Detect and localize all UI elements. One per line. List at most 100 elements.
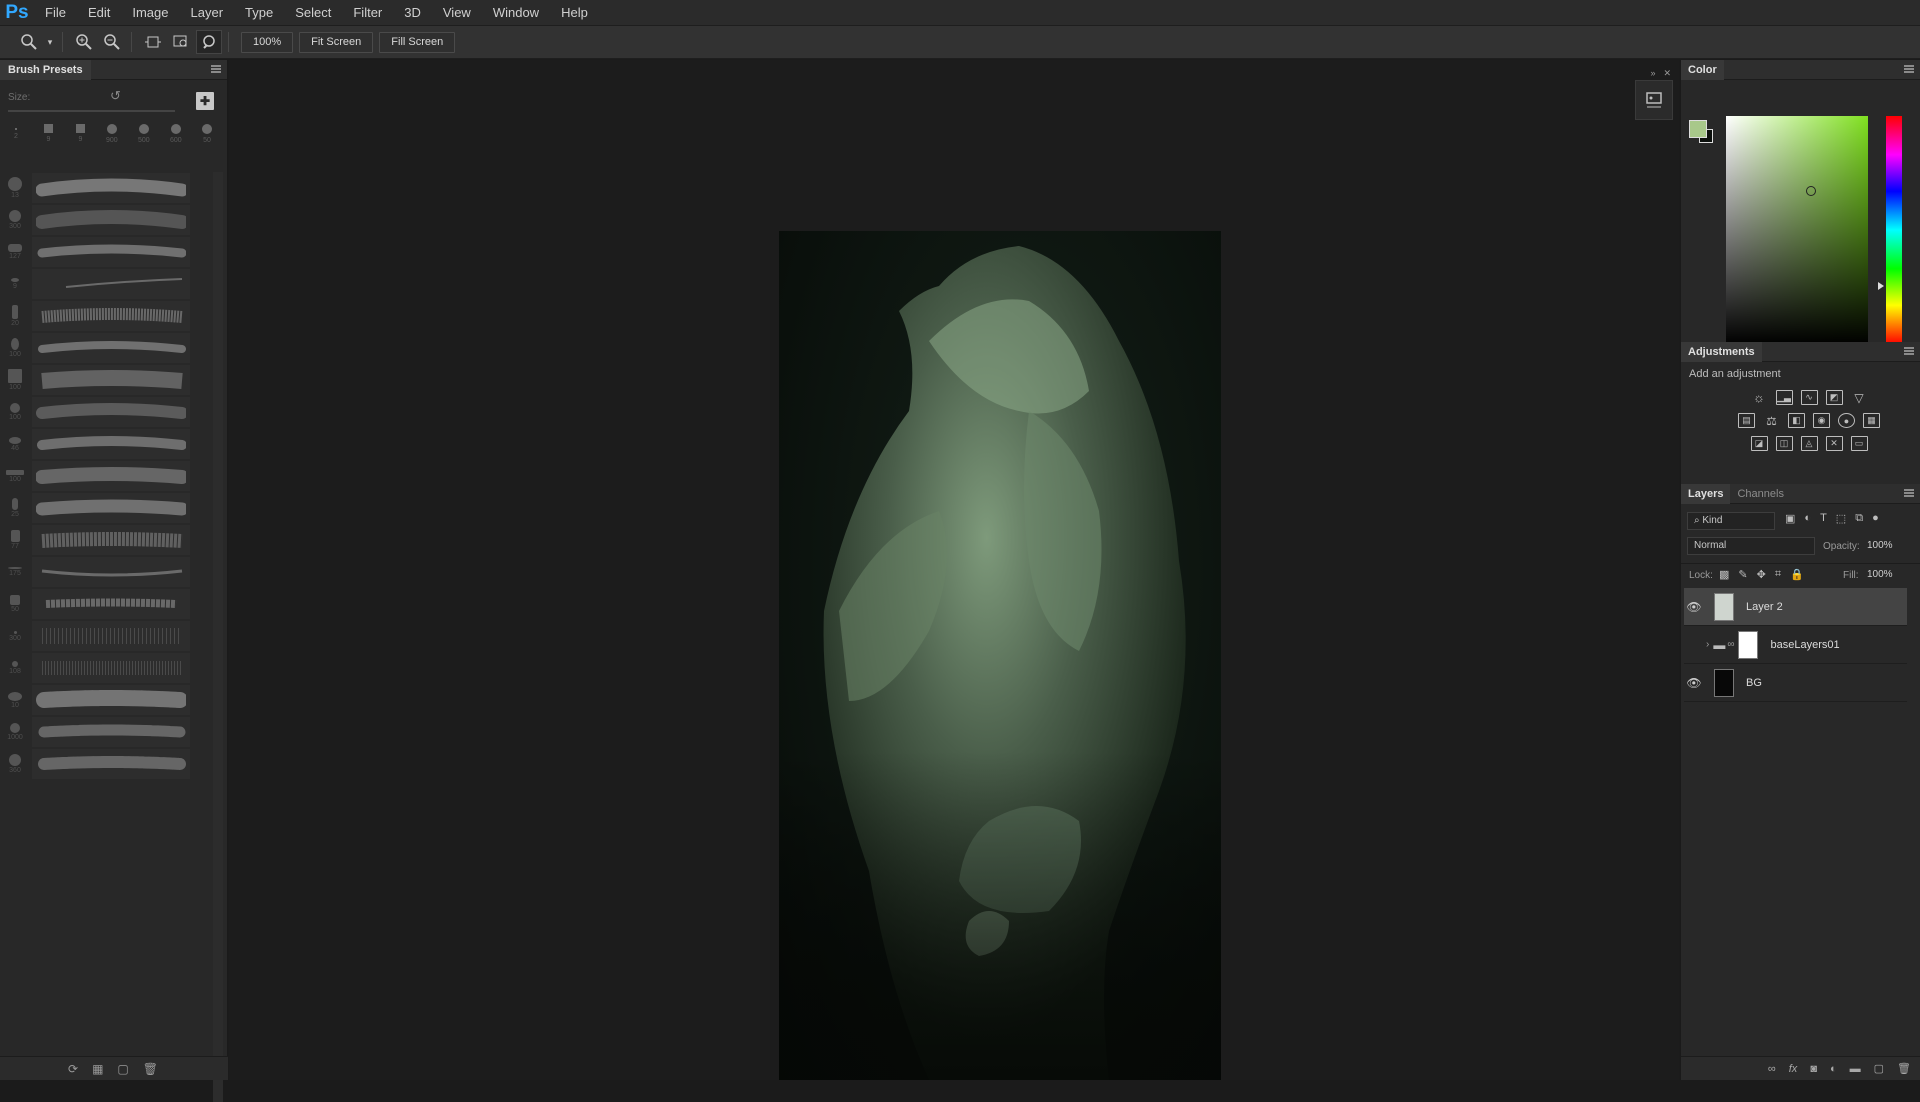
brush-preset-item[interactable]: 9: [4, 268, 212, 300]
panel-menu-icon[interactable]: [1904, 489, 1914, 497]
lock-transparent-icon[interactable]: ▩: [1719, 568, 1729, 581]
tool-preset-chevron-icon[interactable]: ▾: [44, 30, 56, 54]
brush-preset-item[interactable]: 108: [4, 652, 212, 684]
layer-style-fx-icon[interactable]: fx: [1789, 1063, 1798, 1075]
brush-preset-item[interactable]: 20: [4, 300, 212, 332]
layer-thumbnail[interactable]: [1714, 592, 1734, 621]
brush-preset-item[interactable]: 100: [4, 364, 212, 396]
brush-tip[interactable]: 9: [44, 124, 53, 143]
menu-filter[interactable]: Filter: [342, 0, 393, 26]
brush-preset-item[interactable]: 300: [4, 620, 212, 652]
brush-preset-item[interactable]: 175: [4, 556, 212, 588]
adjustment-layer-filter-icon[interactable]: ◐: [1804, 512, 1811, 525]
close-icon[interactable]: ✕: [1663, 68, 1671, 80]
brush-tip[interactable]: 600: [170, 124, 182, 144]
menu-window[interactable]: Window: [482, 0, 550, 26]
brush-tip[interactable]: 500: [138, 124, 150, 144]
channels-tab[interactable]: Channels: [1730, 484, 1790, 504]
brush-preset-item[interactable]: 1000: [4, 716, 212, 748]
lock-position-icon[interactable]: ✥: [1757, 568, 1766, 581]
layers-tab[interactable]: Layers: [1681, 483, 1731, 504]
menu-image[interactable]: Image: [121, 0, 179, 26]
layer-thumbnail[interactable]: [1714, 668, 1734, 697]
new-adjustment-layer-icon[interactable]: ◐: [1830, 1063, 1837, 1075]
color-picker-cursor[interactable]: [1806, 186, 1816, 196]
fill-input[interactable]: 100%: [1867, 568, 1893, 582]
blend-mode-select[interactable]: Normal: [1687, 537, 1815, 555]
delete-preset-icon[interactable]: 🗑: [143, 1062, 158, 1076]
hue-saturation-icon[interactable]: ▤: [1738, 413, 1755, 428]
brush-presets-tab[interactable]: Brush Presets: [0, 59, 91, 80]
levels-icon[interactable]: ▁▃: [1775, 390, 1793, 405]
layer-name[interactable]: BG: [1746, 677, 1762, 689]
layer-name[interactable]: baseLayers01: [1770, 639, 1839, 651]
opacity-input[interactable]: 100%: [1867, 539, 1905, 553]
brush-preset-item[interactable]: 100: [4, 396, 212, 428]
brush-preset-item[interactable]: 10: [4, 684, 212, 716]
delete-layer-icon[interactable]: 🗑: [1897, 1062, 1911, 1075]
layer-row-bg[interactable]: 👁 BG: [1684, 664, 1907, 702]
floating-tool-panel[interactable]: [1635, 80, 1673, 120]
hue-slider-marker[interactable]: [1878, 282, 1884, 290]
color-tab[interactable]: Color: [1681, 59, 1724, 80]
filter-toggle-icon[interactable]: ●: [1872, 512, 1879, 525]
layer-row-baselayers01[interactable]: · › ▬ ∞ baseLayers01: [1684, 626, 1907, 664]
menu-view[interactable]: View: [432, 0, 482, 26]
menu-layer[interactable]: Layer: [180, 0, 235, 26]
brush-preset-item[interactable]: 300: [4, 204, 212, 236]
document-canvas[interactable]: [779, 231, 1221, 1080]
brush-tip[interactable]: 900: [106, 124, 118, 144]
layer-name[interactable]: Layer 2: [1746, 601, 1783, 613]
zoom-percent-field[interactable]: 100%: [241, 31, 294, 53]
menu-3d[interactable]: 3D: [393, 0, 432, 26]
type-layer-filter-icon[interactable]: T: [1820, 512, 1827, 525]
menu-select[interactable]: Select: [284, 0, 342, 26]
adjustments-tab[interactable]: Adjustments: [1681, 341, 1762, 362]
black-white-icon[interactable]: ◧: [1788, 413, 1805, 428]
zoom-all-windows-icon[interactable]: [168, 30, 194, 54]
link-icon[interactable]: ∞: [1727, 639, 1734, 650]
menu-file[interactable]: File: [34, 0, 77, 26]
lock-image-icon[interactable]: ✎: [1738, 568, 1747, 581]
brush-preset-item[interactable]: 127: [4, 236, 212, 268]
lock-all-icon[interactable]: 🔒: [1790, 568, 1804, 581]
new-preset-icon[interactable]: ▢: [117, 1062, 128, 1076]
smart-object-filter-icon[interactable]: ⧉: [1855, 512, 1863, 525]
exposure-icon[interactable]: ◩: [1825, 390, 1843, 405]
brush-preset-item[interactable]: 77: [4, 524, 212, 556]
brush-tip[interactable]: 50: [202, 124, 212, 144]
lock-artboard-icon[interactable]: ⌗: [1775, 568, 1781, 581]
new-group-icon[interactable]: ▬: [1850, 1063, 1861, 1075]
pixel-layer-filter-icon[interactable]: ▣: [1785, 512, 1795, 525]
vibrance-icon[interactable]: ▽: [1851, 390, 1868, 405]
resize-windows-icon[interactable]: [140, 30, 166, 54]
panel-menu-icon[interactable]: [211, 65, 221, 73]
fit-screen-button[interactable]: Fit Screen: [299, 31, 374, 53]
threshold-icon[interactable]: ◬: [1800, 436, 1818, 451]
selective-color-icon[interactable]: ✕: [1825, 436, 1843, 451]
menu-edit[interactable]: Edit: [77, 0, 121, 26]
expand-group-chevron-icon[interactable]: ›: [1706, 639, 1709, 650]
visibility-eye-icon[interactable]: 👁: [1684, 676, 1704, 690]
collapse-icon[interactable]: »: [1650, 68, 1655, 80]
add-mask-icon[interactable]: ◙: [1810, 1063, 1817, 1075]
layer-kind-filter[interactable]: ⌕ Kind: [1687, 512, 1775, 530]
zoom-out-icon[interactable]: [99, 30, 125, 54]
channel-mixer-icon[interactable]: ●: [1838, 413, 1855, 428]
brush-preset-item[interactable]: 100: [4, 460, 212, 492]
photo-filter-icon[interactable]: ◉: [1813, 413, 1830, 428]
zoom-in-icon[interactable]: [71, 30, 97, 54]
posterize-icon[interactable]: ◫: [1775, 436, 1793, 451]
brush-size-slider[interactable]: [8, 110, 175, 112]
brush-preset-item[interactable]: 100: [4, 332, 212, 364]
color-balance-icon[interactable]: ⚖: [1763, 413, 1780, 428]
layer-mask-thumbnail[interactable]: [1738, 630, 1759, 659]
visibility-eye-icon[interactable]: 👁: [1684, 600, 1704, 614]
brush-preset-item[interactable]: 50: [4, 588, 212, 620]
brush-list-scrollbar[interactable]: [213, 172, 223, 1102]
brush-tip[interactable]: 9: [76, 124, 85, 143]
zoom-tool-icon[interactable]: [16, 30, 42, 54]
new-brush-preset-icon[interactable]: ✚: [196, 92, 214, 110]
hue-slider[interactable]: [1886, 116, 1902, 344]
brush-preset-item[interactable]: 360: [4, 748, 212, 780]
